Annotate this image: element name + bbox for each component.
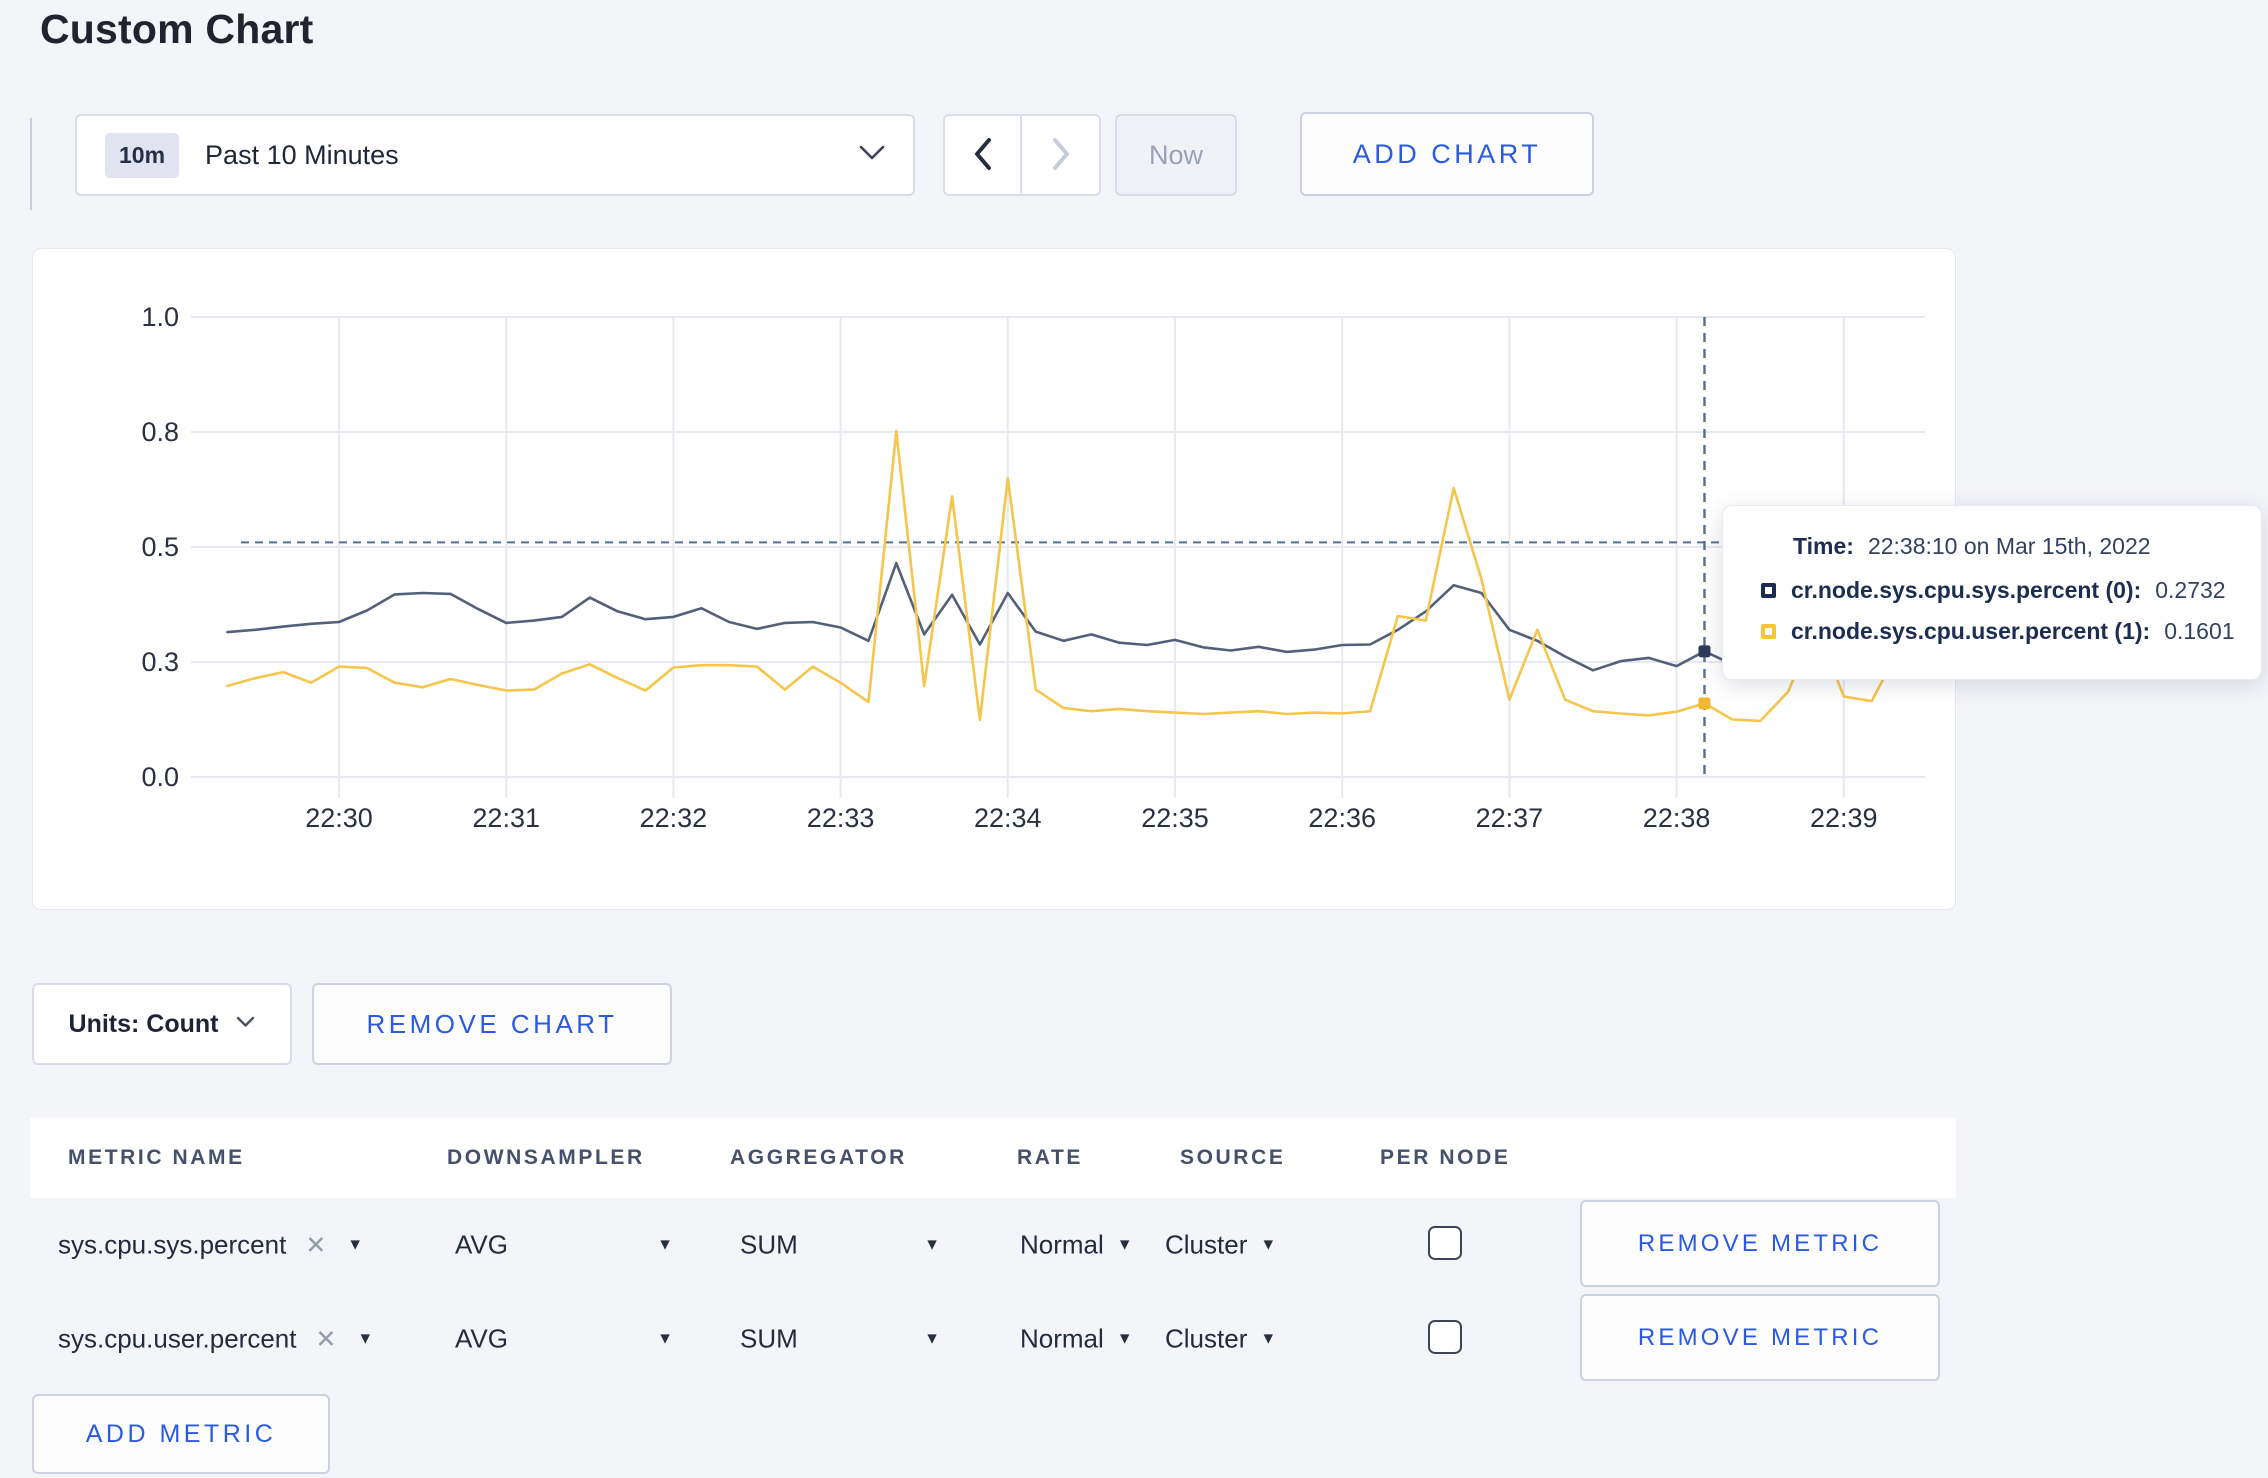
per-node-checkbox[interactable] bbox=[1428, 1319, 1462, 1354]
source-select[interactable]: Cluster ▼ bbox=[1165, 1324, 1276, 1355]
tooltip-time-label: Time: bbox=[1793, 533, 1854, 559]
caret-down-icon: ▼ bbox=[924, 1236, 940, 1253]
caret-down-icon: ▼ bbox=[357, 1330, 374, 1347]
add-metric-button[interactable]: ADD METRIC bbox=[32, 1394, 330, 1474]
source-select[interactable]: Cluster ▼ bbox=[1165, 1230, 1276, 1261]
x-axis-tick-label: 22:36 bbox=[1308, 803, 1376, 833]
tooltip-series-value: 0.1601 bbox=[2164, 618, 2235, 644]
x-axis-tick-label: 22:38 bbox=[1643, 803, 1711, 833]
chart-tooltip: Time: 22:38:10 on Mar 15th, 2022 cr.node.… bbox=[1722, 505, 2262, 680]
chevron-right-icon bbox=[1051, 137, 1071, 174]
downsampler-select[interactable]: AVG ▼ bbox=[455, 1324, 673, 1355]
x-axis-tick-label: 22:31 bbox=[472, 803, 540, 833]
tooltip-series-row: cr.node.sys.cpu.user.percent (1): 0.1601 bbox=[1761, 618, 2261, 645]
col-header-rate: RATE bbox=[1017, 1146, 1084, 1169]
caret-down-icon: ▼ bbox=[924, 1330, 940, 1347]
x-axis-tick-label: 22:39 bbox=[1810, 803, 1878, 833]
x-axis-tick-label: 22:30 bbox=[305, 803, 373, 833]
caret-down-icon: ▼ bbox=[1260, 1330, 1277, 1347]
metric-row: sys.cpu.user.percent ✕ ▼ AVG ▼ SUM ▼ Nor… bbox=[30, 1292, 1956, 1386]
source-value: Cluster bbox=[1165, 1323, 1248, 1354]
caret-down-icon: ▼ bbox=[657, 1330, 673, 1347]
rate-value: Normal bbox=[1020, 1229, 1104, 1260]
chart-card: 0.0 0.3 0.5 0.8 1.0 22:30 22:31 22:32 22:33 22:34… bbox=[32, 248, 1956, 910]
tooltip-time: Time: 22:38:10 on Mar 15th, 2022 bbox=[1793, 533, 2261, 560]
caret-down-icon: ▼ bbox=[1260, 1236, 1277, 1253]
y-axis-tick-label: 0.5 bbox=[141, 532, 179, 562]
tooltip-time-value: 22:38:10 on Mar 15th, 2022 bbox=[1867, 533, 2151, 559]
tooltip-series-label: cr.node.sys.cpu.user.percent (1): bbox=[1791, 618, 2151, 644]
x-axis-tick-label: 22:33 bbox=[807, 803, 875, 833]
metric-name: sys.cpu.sys.percent bbox=[58, 1229, 287, 1260]
caret-down-icon: ▼ bbox=[1116, 1330, 1133, 1347]
col-header-downsampler: DOWNSAMPLER bbox=[447, 1146, 645, 1169]
sys-series-swatch-icon bbox=[1761, 583, 1776, 598]
hover-point-cr.node.sys.cpu.user.percent bbox=[1698, 697, 1711, 710]
metric-name: sys.cpu.user.percent bbox=[58, 1323, 297, 1354]
caret-down-icon: ▼ bbox=[347, 1236, 364, 1253]
metric-name-dropdown[interactable]: sys.cpu.sys.percent ✕ ▼ bbox=[58, 1230, 363, 1261]
custom-chart-page: Custom Chart 10m Past 10 Minutes Now ADD… bbox=[0, 0, 2268, 1478]
rate-select[interactable]: Normal ▼ bbox=[1020, 1324, 1133, 1355]
toolbar-divider bbox=[30, 118, 32, 210]
tooltip-series-row: cr.node.sys.cpu.sys.percent (0): 0.2732 bbox=[1761, 577, 2261, 604]
hover-point-cr.node.sys.cpu.sys.percent bbox=[1698, 645, 1711, 658]
time-pager bbox=[943, 114, 1101, 196]
page-title: Custom Chart bbox=[40, 6, 314, 52]
per-node-checkbox[interactable] bbox=[1428, 1225, 1462, 1260]
tooltip-series-label: cr.node.sys.cpu.sys.percent (0): bbox=[1791, 577, 2142, 603]
user-series-swatch-icon bbox=[1761, 624, 1776, 639]
add-chart-button[interactable]: ADD CHART bbox=[1300, 112, 1594, 196]
caret-down-icon: ▼ bbox=[657, 1236, 673, 1253]
series-line-cr.node.sys.cpu.sys.percent bbox=[226, 561, 1901, 672]
col-header-per-node: PER NODE bbox=[1380, 1146, 1511, 1169]
remove-metric-button[interactable]: REMOVE METRIC bbox=[1580, 1294, 1940, 1381]
downsampler-select[interactable]: AVG ▼ bbox=[455, 1230, 673, 1261]
units-label: Units: Count bbox=[68, 1009, 219, 1038]
aggregator-value: SUM bbox=[740, 1229, 798, 1260]
chevron-left-icon bbox=[973, 137, 993, 174]
time-forward-button[interactable] bbox=[1022, 116, 1099, 194]
col-header-aggregator: AGGREGATOR bbox=[730, 1146, 907, 1169]
remove-metric-button[interactable]: REMOVE METRIC bbox=[1580, 1200, 1940, 1287]
metrics-table: METRIC NAME DOWNSAMPLER AGGREGATOR RATE … bbox=[30, 1118, 1956, 1386]
y-axis-tick-label: 0.0 bbox=[141, 762, 179, 792]
y-axis-tick-label: 1.0 bbox=[141, 302, 179, 332]
col-header-metric-name: METRIC NAME bbox=[68, 1146, 245, 1169]
series-line-cr.node.sys.cpu.user.percent bbox=[226, 429, 1901, 723]
chevron-down-icon bbox=[859, 145, 885, 166]
metric-name-dropdown[interactable]: sys.cpu.user.percent ✕ ▼ bbox=[58, 1324, 373, 1355]
now-button[interactable]: Now bbox=[1115, 114, 1237, 196]
remove-chart-button[interactable]: REMOVE CHART bbox=[312, 983, 672, 1065]
aggregator-select[interactable]: SUM ▼ bbox=[740, 1230, 940, 1261]
downsampler-value: AVG bbox=[455, 1229, 508, 1260]
rate-value: Normal bbox=[1020, 1323, 1104, 1354]
cpu-percent-line-chart[interactable]: 0.0 0.3 0.5 0.8 1.0 22:30 22:31 22:32 22:33 22:34… bbox=[33, 249, 1957, 911]
x-axis-tick-label: 22:34 bbox=[974, 803, 1042, 833]
metric-row: sys.cpu.sys.percent ✕ ▼ AVG ▼ SUM ▼ Norm… bbox=[30, 1198, 1956, 1292]
y-axis-tick-label: 0.8 bbox=[141, 417, 179, 447]
time-range-badge: 10m bbox=[105, 132, 180, 178]
x-axis-tick-label: 22:32 bbox=[640, 803, 708, 833]
time-range-dropdown[interactable]: 10m Past 10 Minutes bbox=[75, 114, 915, 196]
downsampler-value: AVG bbox=[455, 1323, 508, 1354]
x-icon[interactable]: ✕ bbox=[305, 1230, 326, 1260]
x-axis-tick-label: 22:37 bbox=[1476, 803, 1544, 833]
aggregator-value: SUM bbox=[740, 1323, 798, 1354]
y-axis-tick-label: 0.3 bbox=[141, 647, 179, 677]
tooltip-series-value: 0.2732 bbox=[2155, 577, 2226, 603]
time-range-label: Past 10 Minutes bbox=[205, 139, 399, 170]
caret-down-icon: ▼ bbox=[1116, 1236, 1133, 1253]
time-back-button[interactable] bbox=[945, 116, 1022, 194]
chevron-down-icon bbox=[236, 1015, 255, 1033]
x-axis-tick-label: 22:35 bbox=[1141, 803, 1209, 833]
rate-select[interactable]: Normal ▼ bbox=[1020, 1230, 1133, 1261]
metrics-table-header: METRIC NAME DOWNSAMPLER AGGREGATOR RATE … bbox=[30, 1118, 1956, 1198]
x-icon[interactable]: ✕ bbox=[315, 1324, 336, 1354]
aggregator-select[interactable]: SUM ▼ bbox=[740, 1324, 940, 1355]
units-dropdown[interactable]: Units: Count bbox=[32, 983, 292, 1065]
source-value: Cluster bbox=[1165, 1229, 1248, 1260]
col-header-source: SOURCE bbox=[1180, 1146, 1286, 1169]
